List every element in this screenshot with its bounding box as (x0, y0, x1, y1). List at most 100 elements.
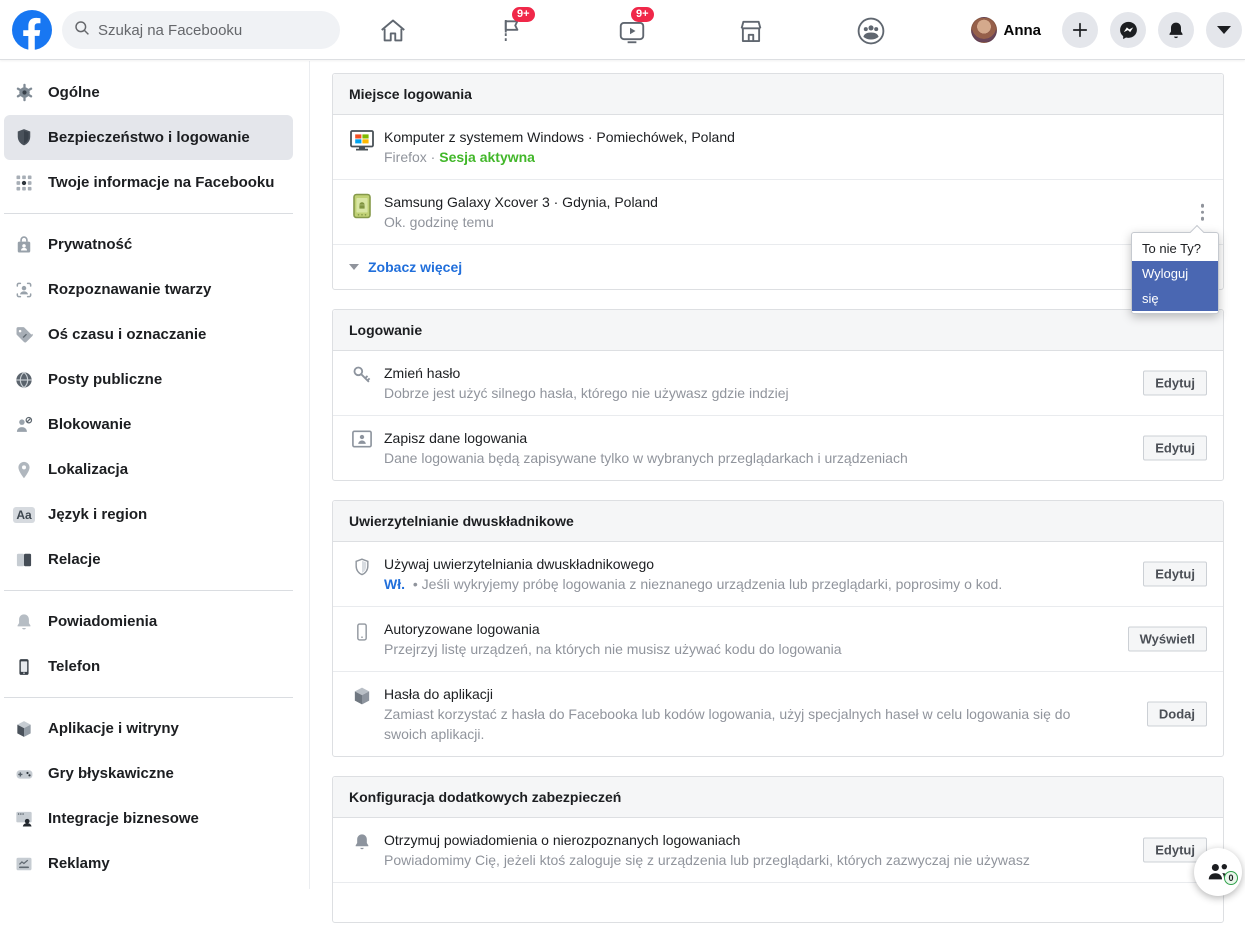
setting-title: Otrzymuj powiadomienia o nierozpoznanych… (384, 830, 1140, 850)
business-integrations-icon (12, 809, 36, 829)
setting-text: Używaj uwierzytelniania dwuskładnikowego… (384, 554, 1112, 594)
marketplace-nav-icon[interactable] (735, 15, 767, 47)
chevron-down-icon (1217, 26, 1231, 34)
setting-description: Dane logowania będą zapisywane tylko w w… (384, 448, 1018, 468)
settings-sidebar: Ogólne Bezpieczeństwo i logowanie Twoje … (0, 61, 310, 889)
section-title: Logowanie (333, 310, 1223, 351)
search-input[interactable] (98, 22, 318, 39)
device-session-text: Komputer z systemem Windows · Pomiechówe… (384, 127, 735, 167)
language-aa-icon: Aa (12, 507, 36, 523)
section-title: Uwierzytelnianie dwuskładnikowe (333, 501, 1223, 542)
sidebar-item-stories[interactable]: Relacje (4, 537, 293, 582)
sidebar-item-location[interactable]: Lokalizacja (4, 447, 293, 492)
pages-notification-badge: 9+ (512, 7, 535, 22)
contacts-count-badge: 0 (1224, 871, 1238, 885)
sidebar-item-label: Powiadomienia (48, 613, 157, 630)
sidebar-item-label: Telefon (48, 658, 100, 675)
profile-shortcut[interactable]: Anna (971, 17, 1042, 43)
search-icon (74, 20, 90, 41)
sidebar-item-label: Blokowanie (48, 416, 131, 433)
account-menu-button[interactable] (1206, 12, 1242, 48)
sidebar-item-label: Lokalizacja (48, 461, 128, 478)
setting-row-authorized-logins: Autoryzowane logowania Przejrzyj listę u… (333, 606, 1223, 671)
facebook-logo[interactable] (12, 10, 52, 50)
menu-item-not-you[interactable]: To nie Ty? (1132, 236, 1218, 261)
setting-text: Zmień hasło Dobrze jest użyć silnego has… (384, 363, 899, 403)
sidebar-item-label: Rozpoznawanie twarzy (48, 281, 211, 298)
add-button[interactable]: Dodaj (1147, 702, 1207, 727)
bell-icon (349, 830, 375, 853)
sidebar-item-label: Ogólne (48, 84, 100, 101)
setting-title: Hasła do aplikacji (384, 684, 1207, 704)
groups-nav-icon[interactable] (855, 15, 887, 47)
view-button[interactable]: Wyświetl (1128, 627, 1207, 652)
where-logged-in-section: Miejsce logowania Komputer z systemem Wi… (332, 73, 1224, 290)
sidebar-item-language-region[interactable]: Aa Język i region (4, 492, 293, 537)
face-recognition-icon (12, 280, 36, 300)
device-name: Samsung Galaxy Xcover 3 · Gdynia, Poland (384, 192, 658, 212)
section-title: Miejsce logowania (333, 74, 1223, 115)
setting-text: Hasła do aplikacji Zamiast korzystać z h… (384, 684, 1207, 744)
watch-notification-badge: 9+ (631, 7, 654, 22)
lock-person-icon (12, 235, 36, 255)
sidebar-item-blocking[interactable]: Blokowanie (4, 402, 293, 447)
setting-row-app-passwords: Hasła do aplikacji Zamiast korzystać z h… (333, 671, 1223, 756)
create-plus-button[interactable] (1062, 12, 1098, 48)
notifications-button[interactable] (1158, 12, 1194, 48)
search-bar (62, 11, 340, 49)
cube-icon (349, 684, 375, 707)
sidebar-item-label: Twoje informacje na Facebooku (48, 174, 274, 191)
watch-nav-icon[interactable]: 9+ (616, 15, 648, 47)
device-session-row-windows: Komputer z systemem Windows · Pomiechówe… (333, 115, 1223, 179)
session-options-dots-button[interactable] (1196, 199, 1210, 226)
sidebar-item-your-facebook-information[interactable]: Twoje informacje na Facebooku (4, 160, 293, 205)
topbar-right-controls: Anna (971, 0, 1245, 60)
setting-title: Używaj uwierzytelniania dwuskładnikowego (384, 554, 1112, 574)
see-more-link[interactable]: Zobacz więcej (368, 259, 462, 275)
sidebar-item-instant-games[interactable]: Gry błyskawiczne (4, 751, 293, 796)
active-session-status: Sesja aktywna (439, 149, 535, 165)
sidebar-item-mobile[interactable]: Telefon (4, 644, 293, 689)
device-session-row-samsung: Samsung Galaxy Xcover 3 · Gdynia, Poland… (333, 179, 1223, 244)
cube-icon (12, 719, 36, 739)
pages-nav-icon[interactable]: 9+ (497, 15, 529, 47)
sidebar-item-label: Gry błyskawiczne (48, 765, 174, 782)
setting-row-save-login: Zapisz dane logowania Dane logowania będ… (333, 415, 1223, 480)
top-navigation-bar: 9+ 9+ Anna (0, 0, 1245, 60)
sidebar-item-ads[interactable]: Reklamy (4, 841, 293, 886)
sidebar-item-privacy[interactable]: Prywatność (4, 222, 293, 267)
sidebar-item-business-integrations[interactable]: Integracje biznesowe (4, 796, 293, 841)
edit-button[interactable]: Edytuj (1143, 371, 1207, 396)
sidebar-item-label: Bezpieczeństwo i logowanie (48, 129, 250, 146)
see-more-row[interactable]: Zobacz więcej (333, 244, 1223, 289)
sidebar-item-timeline-tagging[interactable]: Oś czasu i oznaczanie (4, 312, 293, 357)
sidebar-item-label: Język i region (48, 506, 147, 523)
sidebar-item-apps-websites[interactable]: Aplikacje i witryny (4, 706, 293, 751)
sidebar-divider (4, 697, 293, 698)
android-phone-icon (349, 192, 375, 219)
setting-title: Autoryzowane logowania (384, 619, 952, 639)
messenger-button[interactable] (1110, 12, 1146, 48)
sidebar-item-label: Oś czasu i oznaczanie (48, 326, 206, 343)
sidebar-item-notifications[interactable]: Powiadomienia (4, 599, 293, 644)
edit-button[interactable]: Edytuj (1143, 436, 1207, 461)
sidebar-item-security-login[interactable]: Bezpieczeństwo i logowanie (4, 115, 293, 160)
setting-row-change-password: Zmień hasło Dobrze jest użyć silnego has… (333, 351, 1223, 415)
device-detail: Firefox · Sesja aktywna (384, 147, 735, 167)
sidebar-item-face-recognition[interactable]: Rozpoznawanie twarzy (4, 267, 293, 312)
edit-button[interactable]: Edytuj (1143, 562, 1207, 587)
setting-title: Zapisz dane logowania (384, 428, 1018, 448)
menu-item-logout[interactable]: Wyloguj się (1132, 261, 1218, 311)
two-factor-status: Wł. (384, 576, 405, 592)
sidebar-divider (4, 213, 293, 214)
setting-text: Zapisz dane logowania Dane logowania będ… (384, 428, 1018, 468)
globe-icon (12, 370, 36, 390)
setting-text: Autoryzowane logowania Przejrzyj listę u… (384, 619, 952, 659)
home-nav-icon[interactable] (377, 15, 409, 47)
key-icon (349, 363, 375, 386)
login-section: Logowanie Zmień hasło Dobrze jest użyć s… (332, 309, 1224, 481)
sidebar-item-label: Relacje (48, 551, 101, 568)
sidebar-item-public-posts[interactable]: Posty publiczne (4, 357, 293, 402)
sidebar-divider (4, 590, 293, 591)
sidebar-item-general[interactable]: Ogólne (4, 70, 293, 115)
